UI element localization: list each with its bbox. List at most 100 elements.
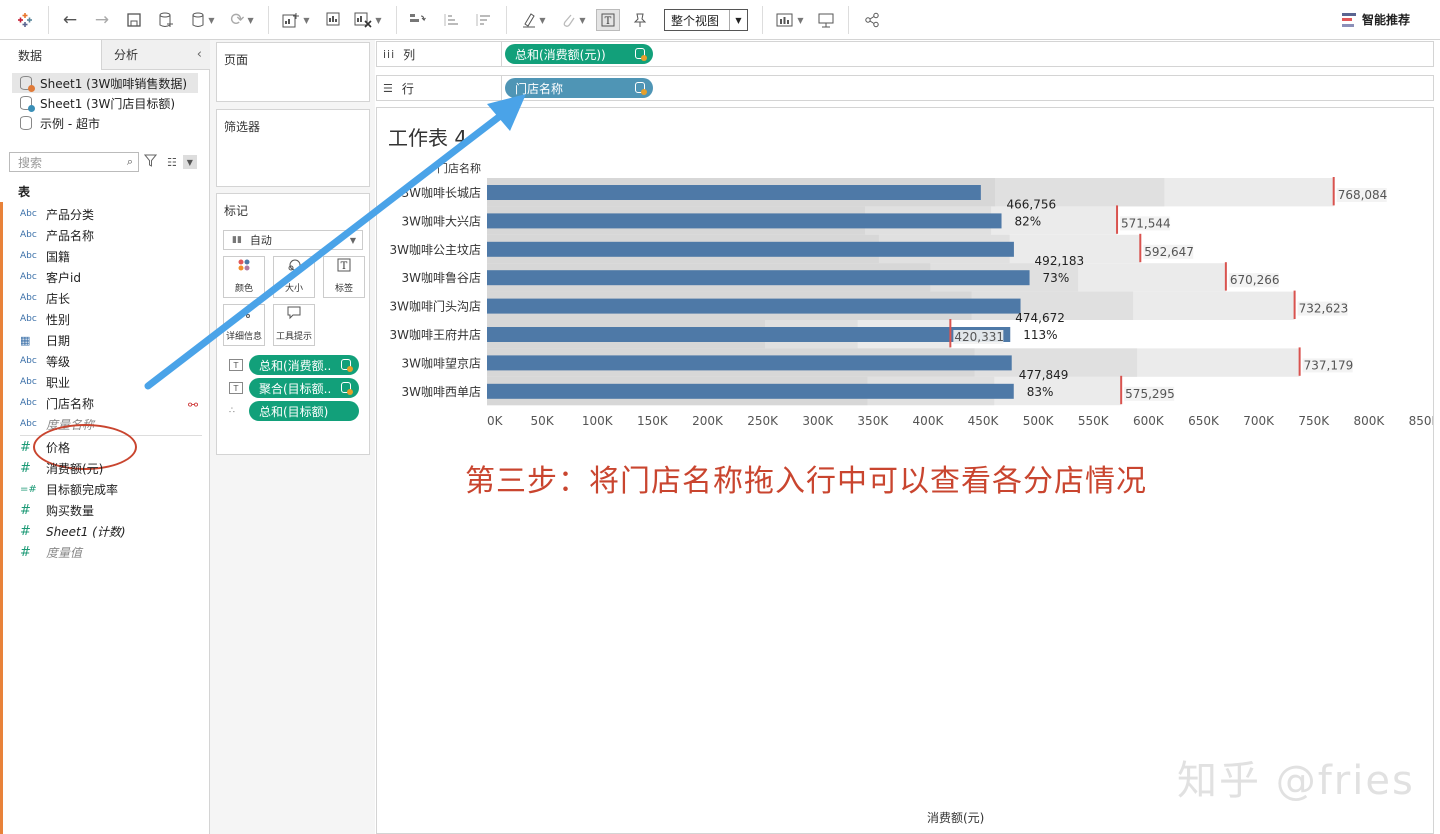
x-tick-label: 150K — [637, 414, 669, 428]
string-type-icon: Abc — [20, 293, 37, 303]
x-tick-label: 0K — [487, 414, 504, 428]
sort-descending-icon[interactable] — [470, 8, 496, 32]
pause-updates-icon[interactable]: ▼ — [186, 8, 220, 32]
marks-pill-sum-target[interactable]: 总和(目标额) — [249, 401, 359, 421]
field-date[interactable]: ▦ 日期 — [20, 330, 70, 350]
field-record-count[interactable]: # Sheet1 (计数) — [20, 521, 126, 541]
color-button[interactable]: 颜色 — [223, 256, 265, 298]
sort-ascending-icon[interactable] — [438, 8, 464, 32]
datasource-icon — [20, 76, 35, 92]
tables-heading: 表 — [18, 185, 31, 199]
field-store-manager[interactable]: Abc 店长 — [20, 288, 70, 308]
field-measure-values[interactable]: # 度量值 — [20, 542, 82, 562]
field-gender[interactable]: Abc 性别 — [20, 309, 70, 329]
view-options-button[interactable]: ☷ ▼ — [167, 154, 201, 170]
bar-1[interactable] — [487, 213, 1002, 229]
field-level[interactable]: Abc 等级 — [20, 351, 70, 371]
filters-card[interactable]: 筛选器 — [216, 109, 370, 187]
mark-type-select[interactable]: ▮▮ 自动 ▼ — [223, 230, 363, 250]
mark-type-value: 自动 — [249, 234, 272, 247]
worksheet-title[interactable]: 工作表 4 — [388, 122, 467, 151]
number-type-icon: # — [20, 544, 31, 560]
bar-2[interactable] — [487, 241, 1014, 257]
tooltip-button[interactable]: 工具提示 — [273, 304, 315, 346]
fix-axes-icon[interactable] — [628, 8, 652, 32]
new-worksheet-icon[interactable]: ▼ — [278, 8, 314, 32]
field-spend-amount[interactable]: # 消费额(元) — [20, 458, 103, 478]
field-nationality[interactable]: Abc 国籍 — [20, 246, 70, 266]
label-button[interactable]: T 标签 — [323, 256, 365, 298]
new-datasource-icon[interactable] — [154, 8, 178, 32]
string-type-icon: Abc — [20, 251, 37, 261]
duplicate-sheet-icon[interactable] — [320, 8, 346, 32]
bar-3[interactable] — [487, 270, 1030, 286]
detail-dots-icon — [237, 308, 251, 324]
show-me-icon[interactable]: ▼ — [772, 8, 808, 32]
field-product-name[interactable]: Abc 产品名称 — [20, 225, 94, 245]
columns-icon: iii — [383, 47, 396, 61]
size-button[interactable]: 大小 — [273, 256, 315, 298]
bar-4[interactable] — [487, 298, 1021, 314]
datasource-icon — [20, 116, 32, 130]
show-mark-labels-icon[interactable]: T — [596, 9, 620, 31]
value-label-1: 466,756 — [1007, 197, 1057, 211]
marks-card: 标记 ▮▮ 自动 ▼ 颜色 大小 T 标签 详细信息 工具提示 T 总和(消费额… — [216, 193, 370, 455]
presentation-mode-icon[interactable] — [814, 8, 838, 32]
field-purchase-quantity[interactable]: # 购买数量 — [20, 500, 94, 520]
toolbar-separator — [396, 6, 397, 34]
field-label: 等级 — [46, 354, 71, 369]
redo-icon[interactable]: → — [90, 8, 114, 32]
bar-5[interactable] — [487, 327, 1011, 342]
view-size-select[interactable]: 整个视图 ▼ — [664, 9, 748, 31]
bar-6[interactable] — [487, 355, 1012, 371]
collapse-pane-icon[interactable]: ‹ — [197, 47, 202, 62]
datasource-label: Sheet1 (3W门店目标额) — [40, 96, 176, 111]
rows-shelf[interactable]: ☰ 行 门店名称 — [376, 75, 1434, 101]
view-size-value: 整个视图 — [671, 13, 720, 28]
save-icon[interactable] — [122, 8, 146, 32]
share-icon[interactable] — [860, 8, 884, 32]
marks-pill-agg-target[interactable]: 聚合(目标额.. — [249, 378, 359, 398]
rows-pill-store-name[interactable]: 门店名称 — [505, 78, 653, 98]
target-label-3: 670,266 — [1230, 273, 1280, 287]
detail-button[interactable]: 详细信息 — [223, 304, 265, 346]
datasource-superstore[interactable]: 示例 - 超市 — [12, 113, 198, 133]
swap-axes-icon[interactable] — [404, 8, 430, 32]
refresh-icon[interactable]: ⟳ ▼ — [224, 8, 260, 32]
field-customer-id[interactable]: Abc 客户id — [20, 267, 81, 287]
bar-0[interactable] — [487, 185, 981, 200]
filter-icon[interactable] — [143, 154, 158, 171]
field-target-completion-rate[interactable]: =# 目标额完成率 — [20, 479, 118, 499]
field-price[interactable]: # 价格 — [20, 437, 70, 457]
field-search-input[interactable]: 搜索 ⌕ — [9, 152, 139, 172]
marks-card-title: 标记 — [224, 204, 249, 218]
tab-data[interactable]: 数据 — [0, 40, 102, 70]
smart-recommendations-label: 智能推荐 — [1362, 13, 1411, 27]
datasource-store-targets[interactable]: Sheet1 (3W门店目标额) — [12, 93, 198, 113]
marks-pill-sum-spend[interactable]: 总和(消费额.. — [249, 355, 359, 375]
highlight-icon[interactable]: ▼ — [516, 8, 552, 32]
string-type-icon: Abc — [20, 356, 37, 366]
group-members-icon[interactable]: ▼ — [556, 8, 592, 32]
smart-recommendations-button[interactable]: 智能推荐 — [1342, 11, 1410, 28]
x-tick-label: 550K — [1078, 414, 1110, 428]
bar-7[interactable] — [487, 383, 1014, 399]
tableau-logo-icon[interactable] — [12, 8, 38, 32]
clear-sheet-icon[interactable]: ▼ — [350, 8, 386, 32]
value-label-5: 474,672 — [1015, 311, 1065, 325]
target-label-2: 592,647 — [1144, 245, 1194, 259]
undo-icon[interactable]: ← — [58, 8, 82, 32]
x-tick-label: 600K — [1133, 414, 1165, 428]
tab-analytics[interactable]: 分析 ‹ — [102, 40, 210, 70]
worksheet-view[interactable]: 768,084 3W咖啡长城店 571,544 3W咖啡大兴店 466,756 82% 59… — [376, 107, 1434, 834]
field-product-category[interactable]: Abc 产品分类 — [20, 204, 94, 224]
datasource-coffee-sales[interactable]: Sheet1 (3W咖啡销售数据) — [12, 73, 198, 93]
columns-pill-sum-spend[interactable]: 总和(消费额(元)) — [505, 44, 653, 64]
columns-shelf[interactable]: iii 列 总和(消费额(元)) — [376, 41, 1434, 67]
field-occupation[interactable]: Abc 职业 — [20, 372, 70, 392]
field-store-name[interactable]: Abc 门店名称 — [20, 393, 94, 413]
x-tick-label: 750K — [1298, 414, 1330, 428]
pages-card[interactable]: 页面 — [216, 42, 370, 102]
search-icon: ⌕ — [126, 155, 133, 168]
completion-label-5: 113% — [1023, 328, 1057, 342]
